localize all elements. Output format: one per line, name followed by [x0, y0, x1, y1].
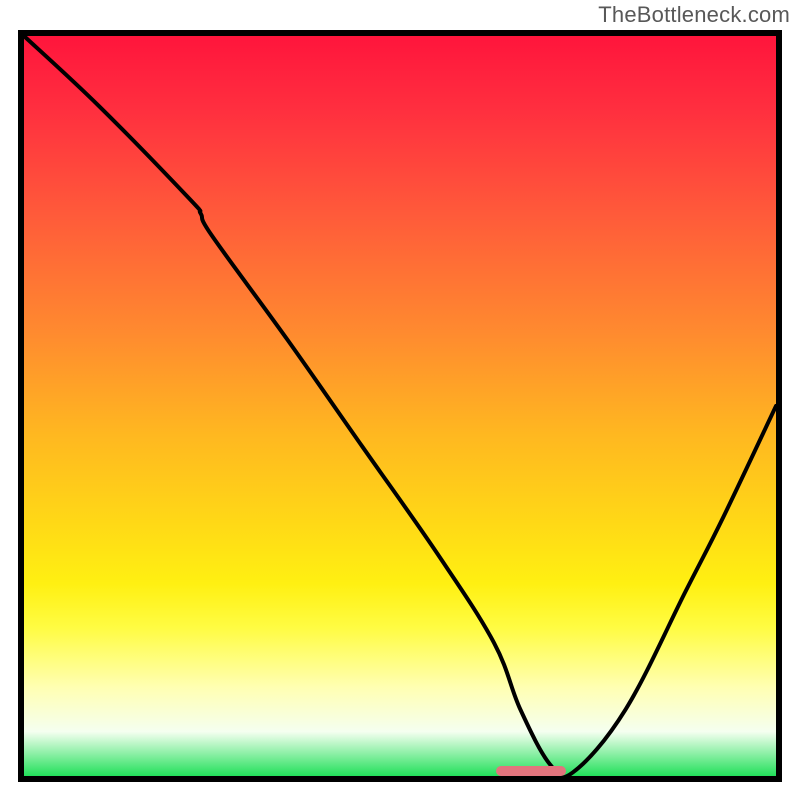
plot-frame: [18, 30, 782, 782]
optimal-range-marker: [496, 766, 566, 776]
bottleneck-curve: [24, 36, 776, 776]
attribution-text: TheBottleneck.com: [598, 2, 790, 28]
curve-path: [24, 36, 776, 776]
chart-viewport: TheBottleneck.com: [0, 0, 800, 800]
